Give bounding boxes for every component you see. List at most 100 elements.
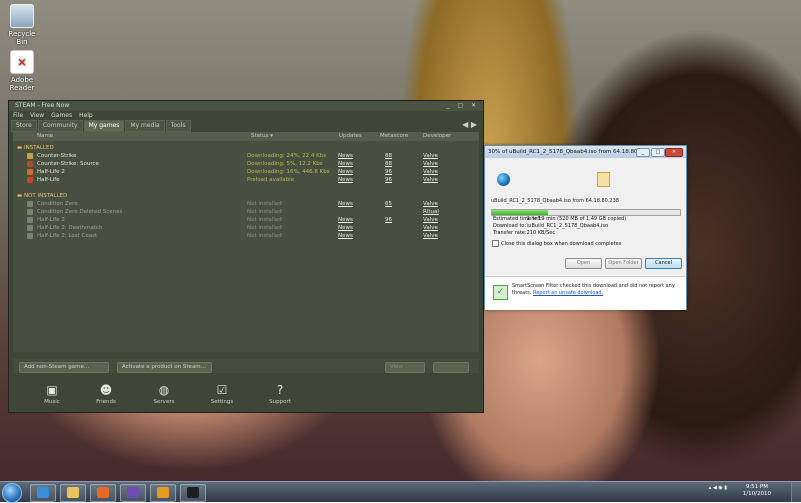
open-folder-button[interactable]: Open Folder — [605, 258, 642, 269]
open-button[interactable]: Open — [565, 258, 602, 269]
taskbar-app-button[interactable] — [120, 484, 146, 502]
music-icon: ▣ — [46, 383, 58, 397]
game-name: Counter-Strike — [37, 153, 77, 159]
tab-my-games[interactable]: My games — [83, 120, 125, 132]
start-button[interactable] — [2, 483, 22, 503]
window-controls[interactable]: _ □ ✕ — [446, 101, 479, 111]
developer-link[interactable]: Valve — [423, 200, 438, 208]
news-link[interactable]: News — [338, 160, 353, 168]
add-non-steam-game-button[interactable]: Add non-Steam game... — [19, 362, 109, 373]
metascore[interactable]: 88 — [385, 152, 392, 160]
menu-file[interactable]: File — [13, 112, 23, 119]
steam-title-bar[interactable]: STEAM - Free Now _ □ ✕ — [9, 101, 483, 111]
close-when-done-label: Close this dialog box when download comp… — [501, 241, 622, 247]
tab-store[interactable]: Store — [11, 120, 37, 132]
game-row[interactable]: Condition Zero Not installed News 65 Valve — [13, 200, 479, 208]
clock[interactable]: 9:51 PM 1/10/2010 — [743, 484, 771, 498]
checkbox-icon[interactable] — [492, 240, 499, 247]
globe-icon — [497, 173, 510, 186]
developer-link[interactable]: Valve — [423, 224, 438, 232]
game-row[interactable]: Half-Life 2: Lost Coast Not installed News… — [13, 232, 479, 240]
tray-icons[interactable]: ▴ ◀ ◉ ▮ — [709, 485, 727, 491]
col-developer[interactable]: Developer — [423, 132, 451, 141]
news-link[interactable]: News — [338, 168, 353, 176]
taskbar-app-button[interactable] — [60, 484, 86, 502]
news-link[interactable]: News — [338, 224, 353, 232]
settings-icon: ☑ — [216, 383, 228, 397]
col-updates[interactable]: Updates — [339, 132, 362, 141]
menu-games[interactable]: Games — [51, 112, 72, 119]
news-link[interactable]: News — [338, 176, 353, 184]
news-link[interactable]: News — [338, 232, 353, 240]
metascore[interactable]: 96 — [385, 168, 392, 176]
activate-product-button[interactable]: Activate a product on Steam... — [117, 362, 212, 373]
tab-my-media[interactable]: My media — [125, 120, 165, 132]
taskbar-app-button[interactable] — [30, 484, 56, 502]
game-icon — [27, 217, 33, 223]
game-icon — [27, 201, 33, 207]
game-name: Half-Life 2 — [37, 169, 65, 175]
developer-link[interactable]: Valve — [423, 216, 438, 224]
menu-help[interactable]: Help — [79, 112, 93, 119]
game-row[interactable]: Counter-Strike: Source Downloading: 5%, 1… — [13, 160, 479, 168]
col-name[interactable]: Name — [37, 132, 53, 141]
col-status[interactable]: Status ▾ — [251, 132, 273, 141]
game-icon — [27, 169, 33, 175]
game-row[interactable]: Half-Life Preload available News 96 Valve — [13, 176, 479, 184]
developer-link[interactable]: Valve — [423, 176, 438, 184]
view-toggle-button[interactable] — [433, 362, 469, 373]
game-name: Counter-Strike: Source — [37, 161, 99, 167]
metascore[interactable]: 65 — [385, 200, 392, 208]
recycle-bin-label: Recycle Bin — [8, 30, 36, 46]
dock-friends[interactable]: ☻ Friends — [91, 383, 121, 405]
download-progress-fill — [492, 210, 549, 215]
close-when-done-checkbox[interactable]: Close this dialog box when download comp… — [492, 240, 621, 247]
download-dialog-title-bar[interactable]: 30% of uBuild_RC1_2_5178_Qbaab4.iso from… — [485, 146, 686, 158]
developer-link[interactable]: Valve — [423, 168, 438, 176]
tab-tools[interactable]: Tools — [165, 120, 191, 132]
game-name: Condition Zero — [37, 201, 78, 207]
adobe-reader-shortcut[interactable]: ⨯ Adobe Reader — [2, 50, 42, 92]
dock-servers[interactable]: ◍ Servers — [149, 383, 179, 405]
minimize-icon[interactable]: _ — [636, 148, 650, 157]
news-link[interactable]: News — [338, 200, 353, 208]
not-installed-heading[interactable]: ▬ NOT INSTALLED — [13, 192, 479, 200]
recycle-bin-shortcut[interactable]: Recycle Bin — [2, 4, 42, 46]
friends-icon: ☻ — [99, 383, 113, 397]
view-button[interactable]: View — [385, 362, 425, 373]
metascore[interactable]: 96 — [385, 216, 392, 224]
developer-link[interactable]: Ritual — [423, 208, 439, 216]
installed-heading[interactable]: ▬ INSTALLED — [13, 144, 479, 152]
news-link[interactable]: News — [338, 152, 353, 160]
news-link[interactable]: News — [338, 216, 353, 224]
maximize-icon[interactable]: □ — [651, 148, 665, 157]
dock-settings[interactable]: ☑ Settings — [207, 383, 237, 405]
developer-link[interactable]: Valve — [423, 152, 438, 160]
game-row[interactable]: Half-Life 2: Deathmatch Not installed News… — [13, 224, 479, 232]
col-metascore[interactable]: Metascore — [380, 132, 408, 141]
dock-music[interactable]: ▣ Music — [37, 383, 67, 405]
games-list-header: Name Status ▾ Updates Metascore Develope… — [13, 132, 479, 141]
steam-tabs: Store Community My games My media Tools ◀ ▶ — [9, 120, 483, 132]
metascore[interactable]: 96 — [385, 176, 392, 184]
dock-support[interactable]: ? Support — [265, 383, 295, 405]
download-to-row: Download to: \uBuild_RC1_2_5178_Qbaab4.i… — [493, 223, 608, 229]
cancel-button[interactable]: Cancel — [645, 258, 682, 269]
taskbar-app-button[interactable] — [180, 484, 206, 502]
metascore[interactable]: 88 — [385, 160, 392, 168]
nav-arrows-icon[interactable]: ◀ ▶ — [462, 120, 477, 129]
show-desktop-button[interactable] — [791, 482, 801, 502]
taskbar-app-button[interactable] — [150, 484, 176, 502]
developer-link[interactable]: Valve — [423, 160, 438, 168]
game-row[interactable]: Half-Life 2 Downloading: 16%, 446.6 Kbs Ne… — [13, 168, 479, 176]
developer-link[interactable]: Valve — [423, 232, 438, 240]
close-icon[interactable]: ✕ — [665, 148, 683, 157]
game-name: Condition Zero Deleted Scenes — [37, 209, 123, 215]
game-row[interactable]: Counter-Strike Downloading: 24%, 22.4 Kbs… — [13, 152, 479, 160]
menu-view[interactable]: View — [30, 112, 44, 119]
tab-community[interactable]: Community — [37, 120, 83, 132]
report-unsafe-link[interactable]: Report an unsafe download. — [533, 290, 603, 296]
game-row[interactable]: Half-Life 2 Not installed News 96 Valve — [13, 216, 479, 224]
taskbar-app-button[interactable] — [90, 484, 116, 502]
game-row[interactable]: Condition Zero Deleted Scenes Not install… — [13, 208, 479, 216]
